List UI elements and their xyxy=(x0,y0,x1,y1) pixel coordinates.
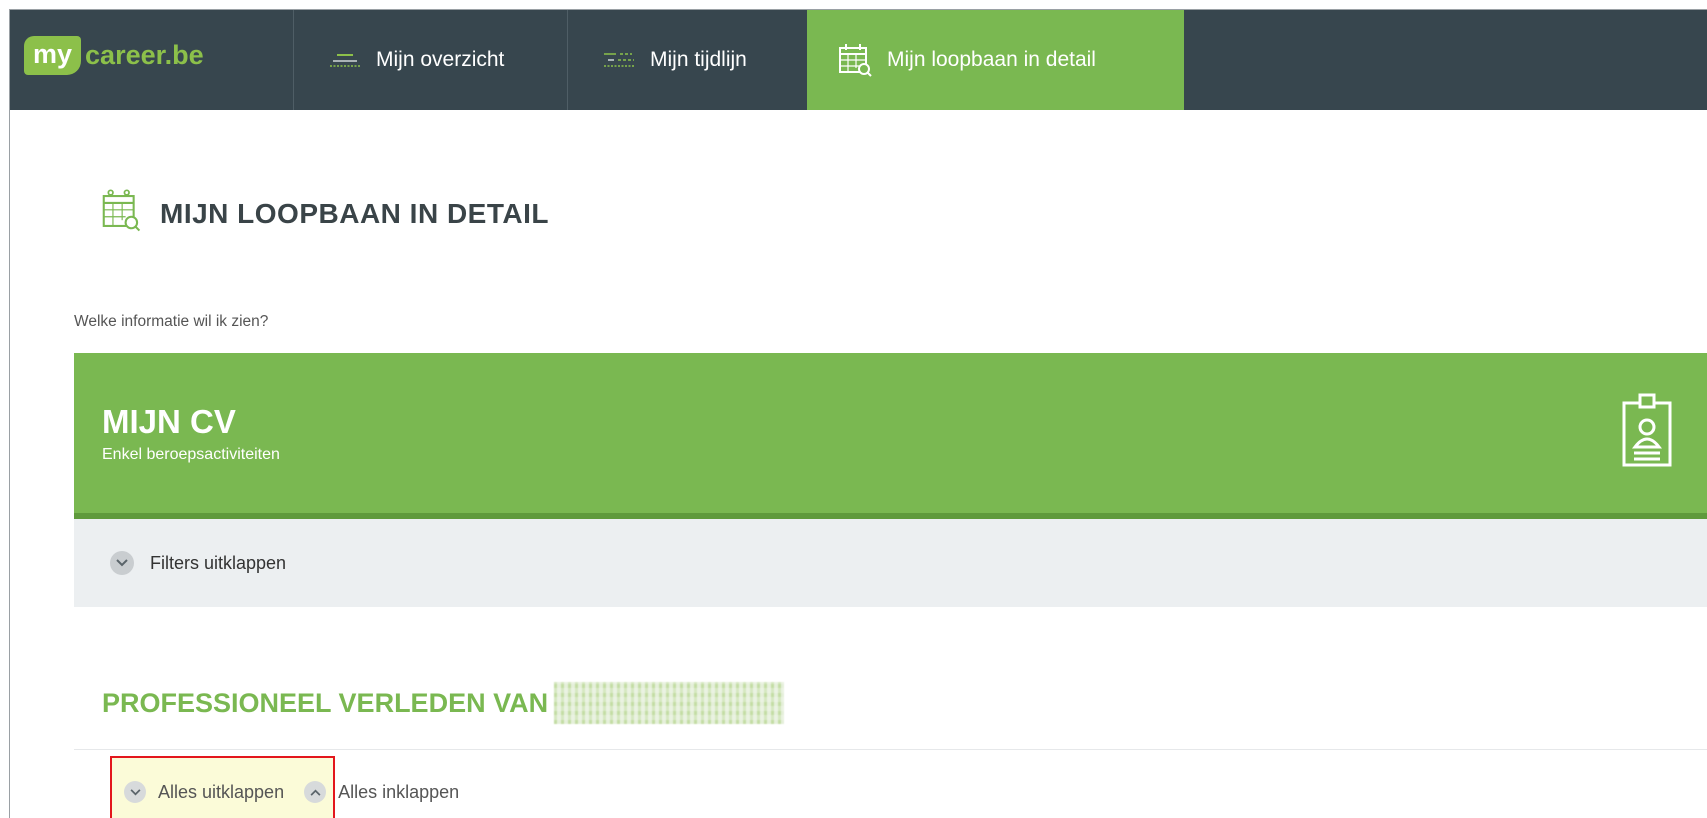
logo-my: my xyxy=(24,35,82,75)
divider xyxy=(74,749,1707,750)
tab-mijn-loopbaan-in-detail[interactable]: Mijn loopbaan in detail xyxy=(807,10,1184,110)
filters-toggle-label: Filters uitklappen xyxy=(150,552,287,573)
chevron-up-icon xyxy=(304,781,327,803)
app-window: my career.be Mijn overzicht Mijn tijdlij… xyxy=(9,9,1707,818)
tab-mijn-tijdlijn[interactable]: Mijn tijdlijn xyxy=(567,10,807,110)
filters-toggle[interactable]: Filters uitklappen xyxy=(110,551,286,575)
mijn-cv-card[interactable]: MIJN CV Enkel beroepsactiviteiten xyxy=(74,353,1707,519)
tab-mijn-overzicht-label: Mijn overzicht xyxy=(376,48,505,71)
collapse-all-label: Alles inklappen xyxy=(338,781,460,802)
page-header: MIJN LOOPBAAN IN DETAIL xyxy=(100,188,549,239)
tab-mijn-overzicht[interactable]: Mijn overzicht xyxy=(293,10,567,110)
chevron-down-icon xyxy=(124,781,146,803)
expand-all-button[interactable]: Alles uitklappen xyxy=(124,781,284,803)
calendar-search-icon xyxy=(837,42,873,78)
top-navigation-bar: my career.be Mijn overzicht Mijn tijdlij… xyxy=(10,10,1707,110)
id-badge-icon xyxy=(1620,393,1674,474)
cv-card-title: MIJN CV xyxy=(102,403,236,440)
redacted-name xyxy=(554,682,785,724)
calendar-search-icon xyxy=(100,188,142,239)
section-title: PROFESSIONEEL VERLEDEN VAN xyxy=(102,682,785,724)
overview-lines-icon xyxy=(328,50,362,70)
cv-card-subtitle: Enkel beroepsactiviteiten xyxy=(102,446,280,463)
filters-bar: Filters uitklappen xyxy=(74,519,1707,607)
expand-all-label: Alles uitklappen xyxy=(158,781,285,802)
chevron-down-icon xyxy=(110,551,134,575)
tab-mijn-loopbaan-in-detail-label: Mijn loopbaan in detail xyxy=(887,48,1096,71)
collapse-all-button[interactable]: Alles inklappen xyxy=(304,781,459,803)
tab-mijn-tijdlijn-label: Mijn tijdlijn xyxy=(650,48,747,71)
mycareer-logo[interactable]: my career.be xyxy=(24,32,204,78)
logo-career: career.be xyxy=(85,39,204,70)
page-title: MIJN LOOPBAAN IN DETAIL xyxy=(160,197,549,229)
section-title-text: PROFESSIONEEL VERLEDEN VAN xyxy=(102,687,549,718)
timeline-icon xyxy=(602,50,636,70)
expand-controls: Alles uitklappen Alles inklappen xyxy=(110,756,459,818)
info-question: Welke informatie wil ik zien? xyxy=(74,313,269,330)
